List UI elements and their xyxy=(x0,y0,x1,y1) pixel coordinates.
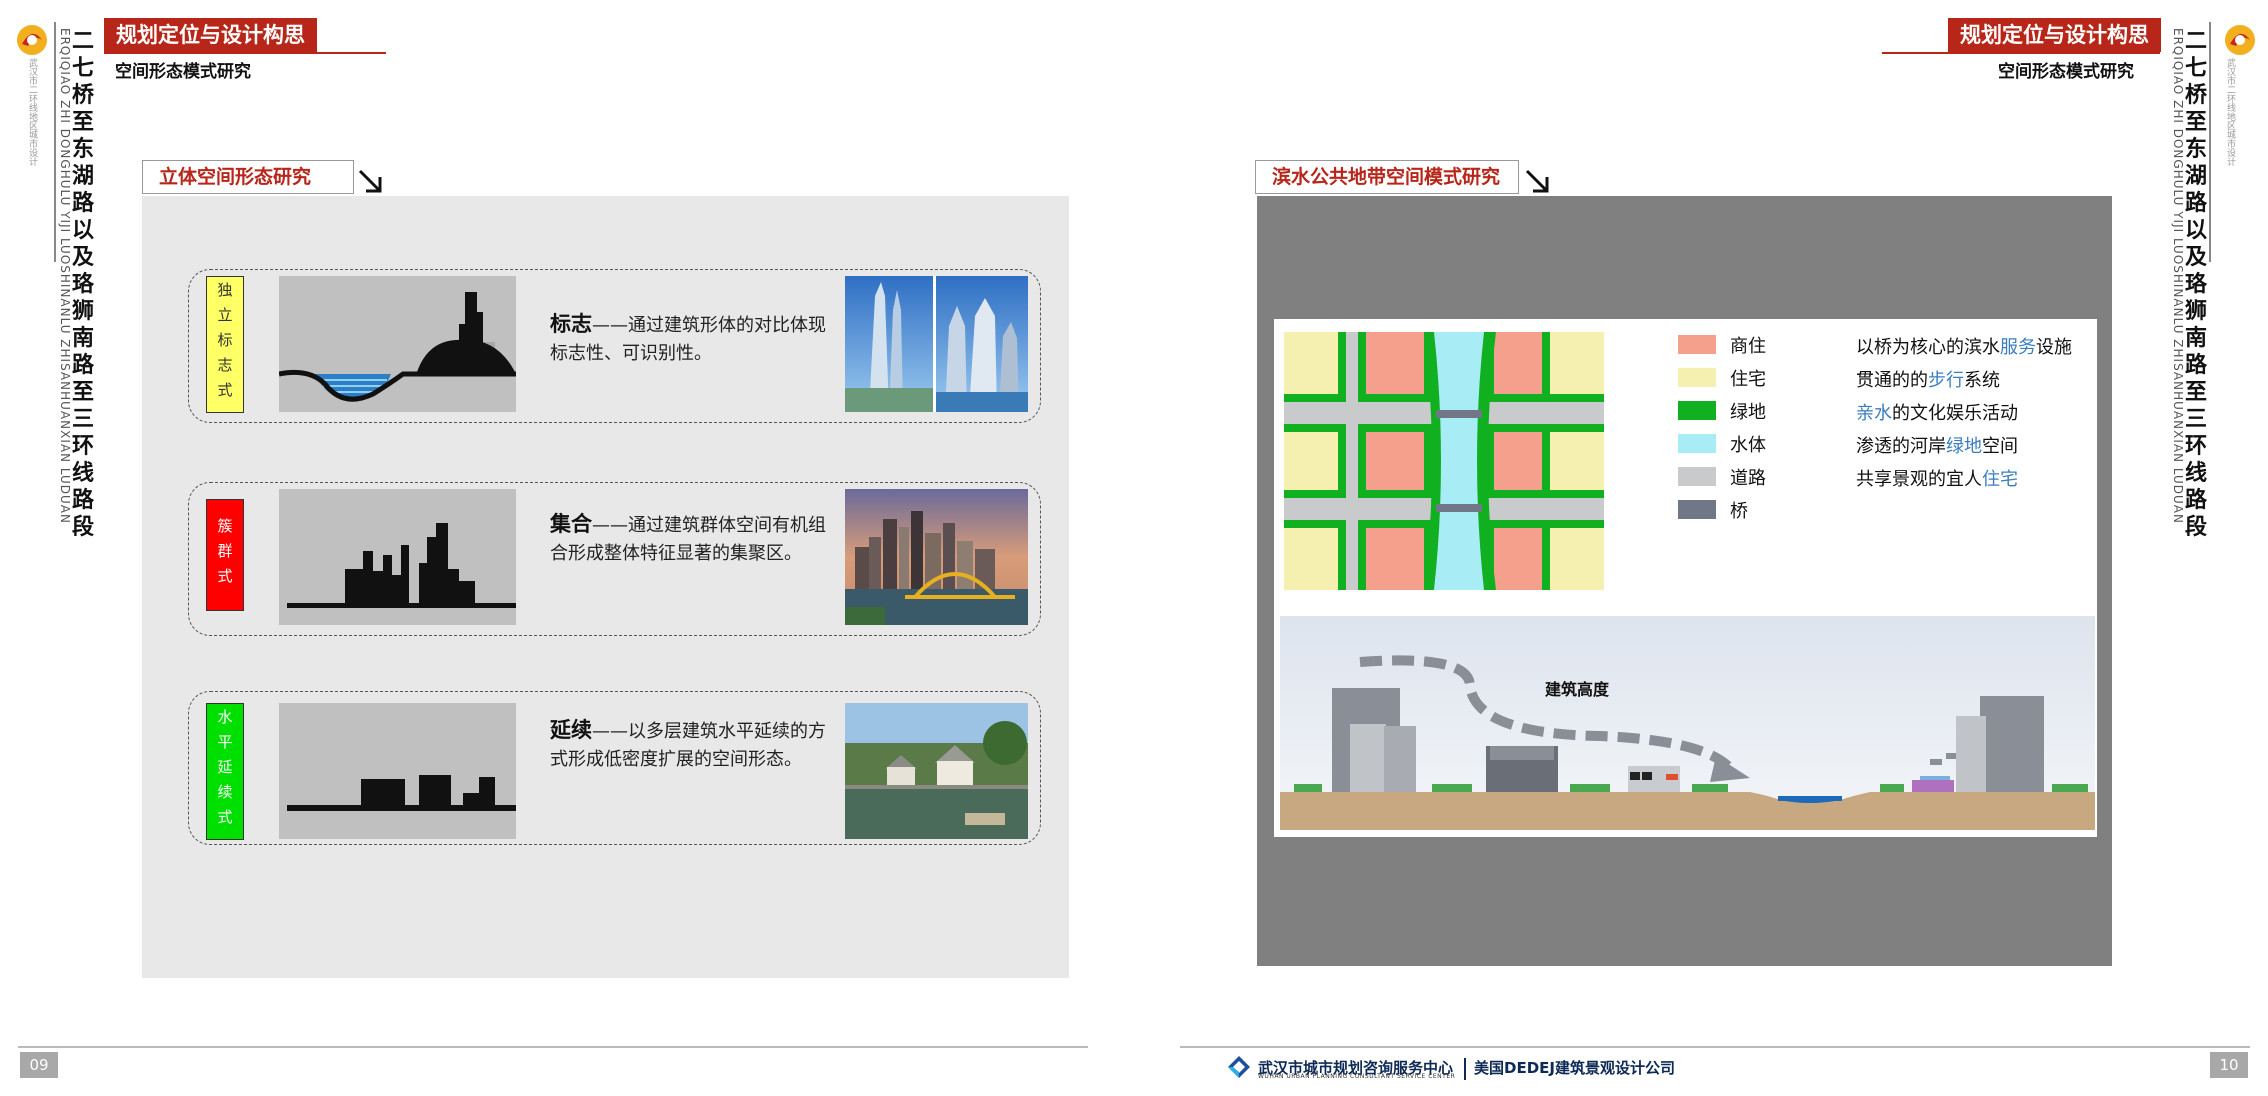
page-header-tag: 规划定位与设计构思 xyxy=(1948,18,2161,52)
horizontal-diagram xyxy=(279,703,516,839)
side-title-cn: 二七桥至东湖路以及珞狮南路至三环线路段 xyxy=(71,29,94,540)
landmark-diagram xyxy=(279,276,516,412)
footer-org-1-en: WUHAN URBAN PLANNING CONSULTANT SERVICE … xyxy=(1258,1073,1456,1080)
footer-rule xyxy=(18,1046,1088,1048)
legend-swatch xyxy=(1678,500,1716,519)
header-rule xyxy=(1882,52,2160,54)
city-logo-icon xyxy=(17,25,47,55)
row-desc-landmark: 标志——通过建筑形体的对比体现标志性、可识别性。 xyxy=(550,310,840,368)
city-logo-icon xyxy=(2225,25,2255,55)
section-title: 立体空间形态研究 xyxy=(142,160,354,194)
legend-label: 桥 xyxy=(1730,501,1748,522)
side-rule xyxy=(2209,22,2211,262)
legend-label: 绿地 xyxy=(1730,402,1766,423)
row-desc-cluster: 集合——通过建筑群体空间有机组合形成整体特征显著的集聚区。 xyxy=(550,510,840,568)
desc-line: 贯通的的步行系统 xyxy=(1856,370,2000,391)
legend-swatch xyxy=(1678,467,1716,486)
page-header-tag: 规划定位与设计构思 xyxy=(104,18,317,52)
desc-line: 共享景观的宜人住宅 xyxy=(1856,469,2018,490)
desc-line: 以桥为核心的滨水服务设施 xyxy=(1856,337,2072,358)
legend-swatch xyxy=(1678,335,1716,354)
side-title-en: ERQIQIAO ZHI DONGHULU YIJI LUOSHINANLU Z… xyxy=(2171,28,2185,524)
footer-org-2: 美国DEDEJ建筑景观设计公司 xyxy=(1474,1059,1675,1077)
page-subtitle: 空间形态模式研究 xyxy=(1998,62,2134,82)
section-title: 滨水公共地带空间模式研究 xyxy=(1255,160,1519,194)
legend-label: 道路 xyxy=(1730,468,1766,489)
waterfront-section-illustration xyxy=(1280,616,2095,830)
legend-label: 水体 xyxy=(1730,435,1766,456)
page-number: 10 xyxy=(2210,1052,2248,1078)
city-skyline-photo xyxy=(845,489,1028,625)
desc-line: 亲水的文化娱乐活动 xyxy=(1856,403,2018,424)
footer-rule xyxy=(1180,1046,2250,1048)
side-org-text: 武汉市二环线地区城市设计 xyxy=(2225,58,2235,166)
desc-line: 渗透的河岸绿地空间 xyxy=(1856,436,2018,457)
side-rule xyxy=(54,22,56,262)
arrow-down-right-icon xyxy=(1525,169,1549,193)
lakeside-villas-photo xyxy=(845,703,1028,839)
row-body: ——通过建筑形体的对比体现标志性、可识别性。 xyxy=(550,315,826,364)
legend-label: 住宅 xyxy=(1730,369,1766,390)
footer-divider xyxy=(1464,1058,1466,1080)
page-subtitle: 空间形态模式研究 xyxy=(115,62,251,82)
row-body: ——通过建筑群体空间有机组合形成整体特征显著的集聚区。 xyxy=(550,515,826,564)
consultancy-logo-icon xyxy=(1228,1056,1250,1078)
cluster-diagram xyxy=(279,489,516,625)
tag-horizontal: 水平延续式 xyxy=(206,703,244,840)
row-title: 标志 xyxy=(550,312,592,336)
row-title: 延续 xyxy=(550,718,592,742)
row-body: ——以多层建筑水平延续的方式形成低密度扩展的空间形态。 xyxy=(550,721,826,770)
legend-swatch xyxy=(1678,434,1716,453)
legend-label: 商住 xyxy=(1730,336,1766,357)
row-title: 集合 xyxy=(550,512,592,536)
side-org-text: 武汉市二环线地区城市设计 xyxy=(27,58,37,166)
tag-landmark: 独立标志式 xyxy=(206,276,244,413)
legend-swatch xyxy=(1678,368,1716,387)
row-desc-horizontal: 延续——以多层建筑水平延续的方式形成低密度扩展的空间形态。 xyxy=(550,716,840,774)
side-title-cn: 二七桥至东湖路以及珞狮南路至三环线路段 xyxy=(2184,29,2207,540)
arrow-down-right-icon xyxy=(358,169,382,193)
legend-swatch xyxy=(1678,401,1716,420)
section-label: 建筑高度 xyxy=(1545,680,1610,699)
landmark-towers-photo xyxy=(845,276,1028,412)
page-number: 09 xyxy=(20,1052,58,1078)
header-rule xyxy=(104,52,386,54)
waterfront-plan-map xyxy=(1284,332,1604,590)
tag-cluster: 簇群式 xyxy=(206,499,244,611)
